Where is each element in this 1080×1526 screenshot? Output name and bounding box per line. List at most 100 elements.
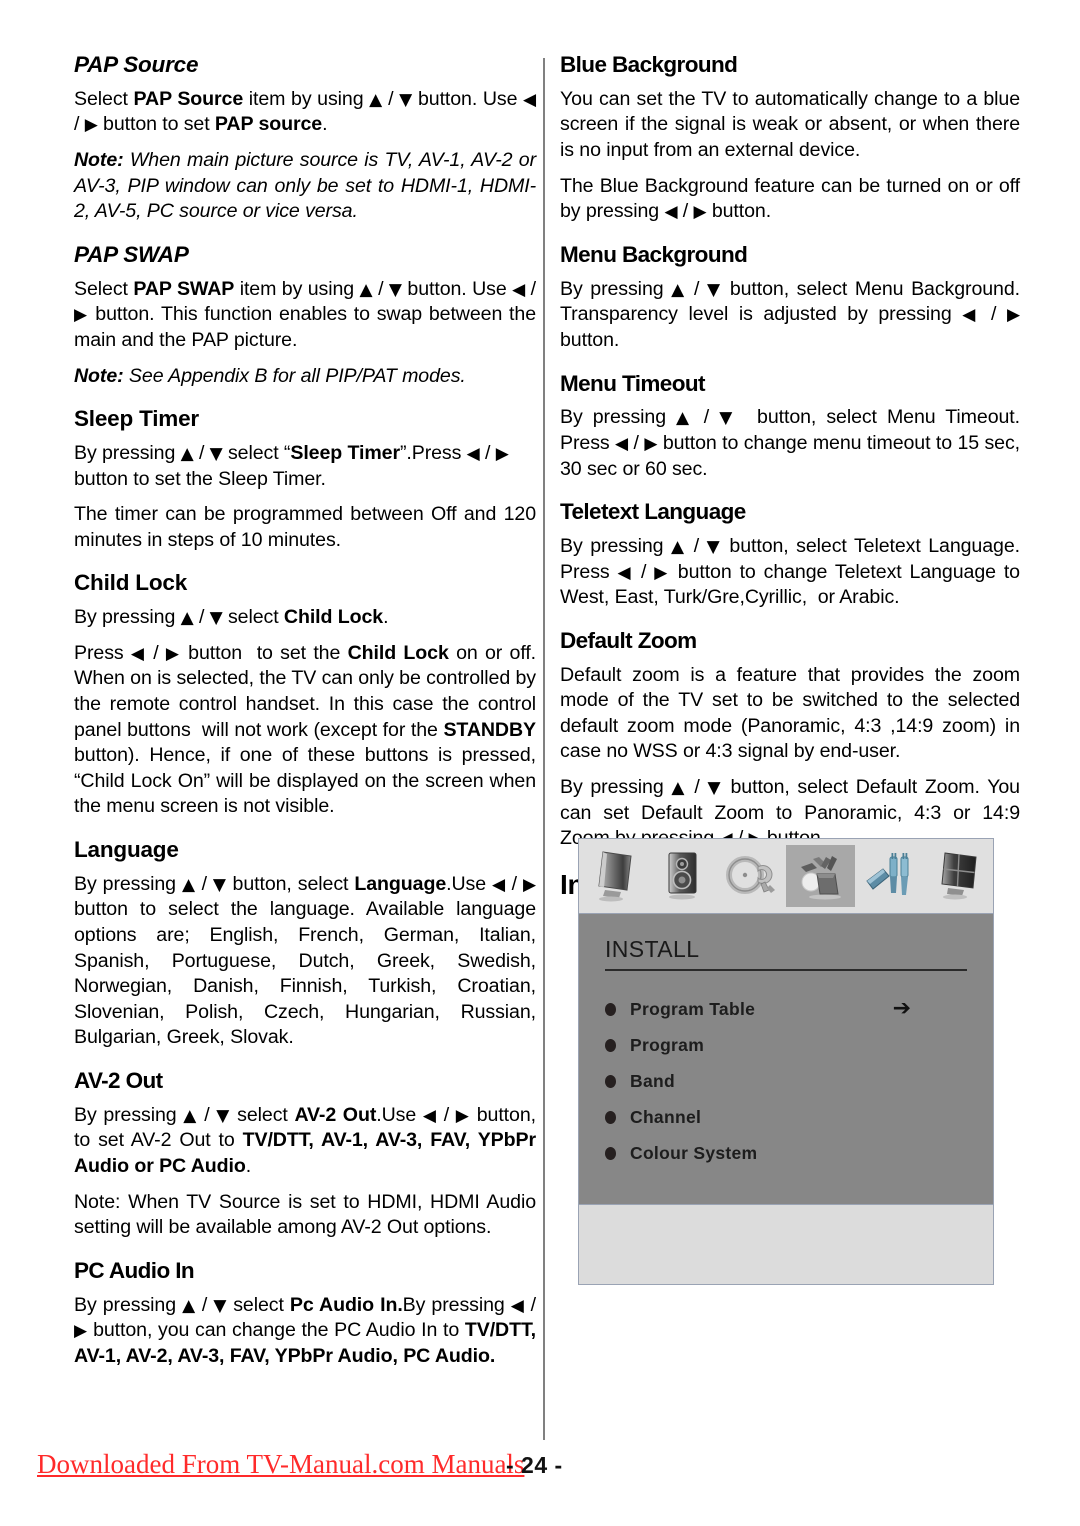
right-arrow-icon: ▶ [644, 433, 658, 454]
heading-menu-background: Menu Background [560, 241, 748, 267]
heading-pc-audio-in: PC Audio In [74, 1257, 195, 1283]
paragraph-pap-source-note: Note: When main picture source is TV, AV… [74, 149, 536, 223]
left-arrow-icon: ◀ [664, 202, 678, 223]
bullet-icon [605, 1002, 616, 1016]
bullet-icon [605, 1038, 616, 1052]
left-arrow-icon: ◀ [523, 89, 537, 110]
down-arrow-icon: ▼ [719, 408, 737, 429]
heading-sleep-timer: Sleep Timer [74, 406, 199, 432]
heading-child-lock: Child Lock [74, 570, 188, 596]
left-arrow-icon: ◀ [512, 279, 526, 300]
down-arrow-icon: ▼ [209, 443, 223, 464]
right-arrow-icon: ▶ [84, 115, 98, 136]
up-arrow-icon: ▲ [180, 608, 194, 629]
feature-settings-icon[interactable] [717, 845, 786, 907]
up-arrow-icon: ▲ [180, 443, 194, 464]
heading-pap-source: PAP Source [74, 52, 199, 77]
down-arrow-icon: ▼ [388, 279, 402, 300]
up-arrow-icon: ▲ [181, 874, 196, 895]
pc-settings-icon[interactable] [924, 845, 993, 907]
paragraph-menu-timeout-1: By pressing ▲ / ▼ button, select Menu Ti… [560, 406, 1021, 480]
up-arrow-icon: ▲ [183, 1105, 198, 1126]
osd-menu-item-label: Program Table [630, 998, 756, 1019]
paragraph-language-1: By pressing ▲ / ▼ button, select Languag… [74, 872, 536, 1049]
source-settings-icon[interactable] [855, 845, 924, 907]
right-arrow-icon: ▶ [165, 643, 181, 664]
sound-settings-icon[interactable] [648, 845, 717, 907]
osd-menu-item-channel[interactable]: Channel [605, 1099, 967, 1135]
bullet-icon [605, 1146, 616, 1160]
osd-menu-item-label: Band [630, 1070, 675, 1091]
down-arrow-icon: ▼ [213, 1295, 228, 1316]
osd-menu-item-program-table[interactable]: Program Table ➔ [605, 991, 967, 1027]
osd-menu-item-band[interactable]: Band [605, 1063, 967, 1099]
left-arrow-icon: ◀ [615, 433, 629, 454]
paragraph-sleep-timer-2: The timer can be programmed between Off … [74, 503, 536, 551]
down-arrow-icon: ▼ [707, 778, 723, 799]
down-arrow-icon: ▼ [706, 537, 722, 558]
right-arrow-icon: ▶ [523, 874, 536, 895]
osd-menu-item-program[interactable]: Program [605, 1027, 967, 1063]
paragraph-av2-out-note: Note: When TV Source is set to HDMI, HDM… [74, 1190, 536, 1239]
paragraph-pap-swap-1: Select PAP SWAP item by using ▲ / ▼ butt… [74, 277, 536, 351]
paragraph-pap-swap-note: Note: See Appendix B for all PIP/PAT mod… [74, 364, 466, 387]
osd-menu-item-label: Colour System [630, 1142, 758, 1163]
right-arrow-icon: ▶ [74, 305, 89, 326]
left-arrow-icon: ◀ [492, 874, 506, 895]
osd-menu-item-label: Channel [630, 1106, 702, 1127]
osd-title-rule [605, 969, 967, 971]
right-arrow-icon: ▶ [654, 562, 670, 583]
osd-footer-bar [579, 1204, 993, 1283]
up-arrow-icon: ▲ [671, 537, 687, 558]
up-arrow-icon: ▲ [182, 1295, 196, 1316]
watermark-link[interactable]: Downloaded From TV-Manual.com Manuals [37, 1449, 524, 1480]
osd-menu-item-colour-system[interactable]: Colour System [605, 1135, 967, 1171]
column-divider [543, 58, 545, 1440]
left-arrow-icon: ◀ [130, 643, 146, 664]
paragraph-child-lock-2: Press ◀ / ▶ button to set the Child Lock… [74, 641, 537, 818]
down-arrow-icon: ▼ [212, 874, 227, 895]
heading-av2-out: AV-2 Out [74, 1068, 163, 1093]
paragraph-sleep-timer-1: By pressing ▲ / ▼ select “Sleep Timer”.P… [74, 441, 509, 490]
paragraph-pap-source-1: Select PAP Source item by using ▲ / ▼ bu… [74, 87, 537, 136]
install-settings-icon[interactable] [786, 845, 855, 907]
right-arrow-icon: ▶ [455, 1105, 471, 1126]
left-arrow-icon: ◀ [422, 1105, 438, 1126]
left-arrow-icon: ◀ [466, 443, 480, 464]
left-arrow-icon: ◀ [510, 1295, 525, 1316]
paragraph-av2-out-1: By pressing ▲ / ▼ select AV-2 Out.Use ◀ … [74, 1103, 536, 1178]
paragraph-teletext-language-1: By pressing ▲ / ▼ button, select Teletex… [560, 535, 1020, 609]
heading-default-zoom: Default Zoom [560, 627, 697, 653]
up-arrow-icon: ▲ [359, 279, 373, 300]
right-arrow-icon: ▶ [74, 1321, 88, 1342]
paragraph-pc-audio-in-1: By pressing ▲ / ▼ select Pc Audio In.By … [74, 1293, 536, 1367]
paragraph-default-zoom-1: Default zoom is a feature that provides … [560, 663, 1020, 763]
picture-settings-icon[interactable] [579, 845, 648, 907]
osd-panel: INSTALL Program Table ➔ Program Band Cha… [579, 914, 993, 1204]
heading-teletext-language: Teletext Language [560, 499, 746, 525]
paragraph-child-lock-1: By pressing ▲ / ▼ select Child Lock. [74, 606, 389, 629]
bullet-icon [605, 1110, 616, 1124]
manual-page: PAP Source Select PAP Source item by usi… [0, 0, 1080, 1526]
down-arrow-icon: ▼ [216, 1105, 231, 1126]
heading-blue-background: Blue Background [560, 52, 738, 77]
up-arrow-icon: ▲ [676, 408, 694, 429]
osd-icon-bar [579, 839, 993, 914]
right-column: Blue Background You can set the TV to au… [560, 52, 1020, 911]
paragraph-blue-background-2: The Blue Background feature can be turne… [560, 174, 1020, 223]
heading-language: Language [74, 836, 179, 862]
up-arrow-icon: ▲ [369, 89, 383, 110]
up-arrow-icon: ▲ [671, 778, 687, 799]
paragraph-blue-background-1: You can set the TV to automatically chan… [560, 87, 1020, 162]
heading-menu-timeout: Menu Timeout [560, 370, 705, 396]
bullet-icon [605, 1074, 616, 1088]
left-column: PAP Source Select PAP Source item by usi… [74, 52, 536, 1380]
up-arrow-icon: ▲ [671, 279, 687, 300]
down-arrow-icon: ▼ [706, 279, 723, 300]
install-menu-screenshot: INSTALL Program Table ➔ Program Band Cha… [578, 838, 994, 1285]
left-arrow-icon: ◀ [962, 305, 981, 326]
left-arrow-icon: ◀ [617, 562, 634, 583]
osd-title: INSTALL [605, 936, 700, 962]
right-arrow-icon: ➔ [892, 996, 911, 1021]
down-arrow-icon: ▼ [209, 608, 223, 629]
